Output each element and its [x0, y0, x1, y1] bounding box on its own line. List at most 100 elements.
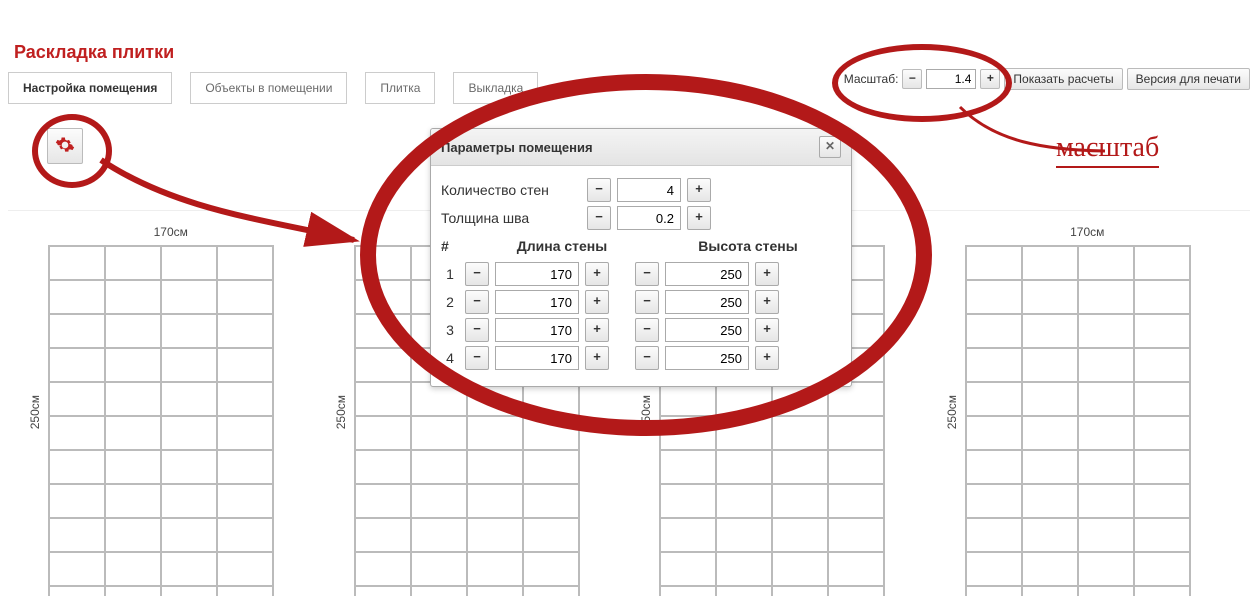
tile-cell[interactable]	[161, 348, 217, 382]
tile-cell[interactable]	[1022, 382, 1078, 416]
tile-cell[interactable]	[1078, 416, 1134, 450]
tile-cell[interactable]	[161, 552, 217, 586]
wall-grid[interactable]	[48, 245, 274, 596]
tile-cell[interactable]	[523, 416, 579, 450]
tile-cell[interactable]	[217, 518, 273, 552]
tab-tile[interactable]: Плитка	[365, 72, 435, 104]
tile-cell[interactable]	[1134, 416, 1190, 450]
tile-cell[interactable]	[105, 280, 161, 314]
tile-cell[interactable]	[660, 382, 716, 416]
tile-cell[interactable]	[523, 484, 579, 518]
tile-cell[interactable]	[716, 552, 772, 586]
tile-cell[interactable]	[355, 450, 411, 484]
tile-cell[interactable]	[49, 450, 105, 484]
tile-cell[interactable]	[828, 484, 884, 518]
walls-count-plus[interactable]: +	[687, 178, 711, 202]
tile-cell[interactable]	[660, 518, 716, 552]
tile-cell[interactable]	[105, 382, 161, 416]
tile-cell[interactable]	[966, 314, 1022, 348]
dialog-close-button[interactable]: ✕	[819, 136, 841, 158]
length-minus[interactable]: −	[465, 290, 489, 314]
tile-cell[interactable]	[411, 586, 467, 596]
tile-cell[interactable]	[161, 484, 217, 518]
tile-cell[interactable]	[1078, 382, 1134, 416]
tile-cell[interactable]	[355, 586, 411, 596]
length-minus[interactable]: −	[465, 262, 489, 286]
tile-cell[interactable]	[49, 382, 105, 416]
tile-cell[interactable]	[660, 484, 716, 518]
height-minus[interactable]: −	[635, 290, 659, 314]
tile-cell[interactable]	[828, 586, 884, 596]
tile-cell[interactable]	[966, 348, 1022, 382]
tile-cell[interactable]	[1022, 416, 1078, 450]
tile-cell[interactable]	[49, 518, 105, 552]
tile-cell[interactable]	[161, 450, 217, 484]
tile-cell[interactable]	[411, 450, 467, 484]
tile-cell[interactable]	[49, 280, 105, 314]
tile-cell[interactable]	[1134, 280, 1190, 314]
tile-cell[interactable]	[828, 518, 884, 552]
tile-cell[interactable]	[49, 484, 105, 518]
height-plus[interactable]: +	[755, 262, 779, 286]
tile-cell[interactable]	[355, 484, 411, 518]
tile-cell[interactable]	[772, 382, 828, 416]
tile-cell[interactable]	[217, 314, 273, 348]
height-plus[interactable]: +	[755, 290, 779, 314]
show-calc-button[interactable]: Показать расчеты	[1004, 68, 1122, 90]
tile-cell[interactable]	[411, 382, 467, 416]
tile-cell[interactable]	[1078, 518, 1134, 552]
length-minus[interactable]: −	[465, 346, 489, 370]
tile-cell[interactable]	[105, 518, 161, 552]
tile-cell[interactable]	[1022, 280, 1078, 314]
tile-cell[interactable]	[217, 280, 273, 314]
tile-cell[interactable]	[966, 416, 1022, 450]
scale-input[interactable]	[926, 69, 976, 89]
tile-cell[interactable]	[966, 246, 1022, 280]
tile-cell[interactable]	[411, 484, 467, 518]
tile-cell[interactable]	[217, 348, 273, 382]
seam-minus[interactable]: −	[587, 206, 611, 230]
length-input[interactable]	[495, 262, 579, 286]
tile-cell[interactable]	[467, 586, 523, 596]
tile-cell[interactable]	[966, 586, 1022, 596]
tile-cell[interactable]	[828, 450, 884, 484]
tile-cell[interactable]	[828, 382, 884, 416]
length-input[interactable]	[495, 290, 579, 314]
settings-button[interactable]	[47, 128, 83, 164]
tile-cell[interactable]	[523, 450, 579, 484]
tile-cell[interactable]	[1078, 586, 1134, 596]
tile-cell[interactable]	[966, 382, 1022, 416]
tile-cell[interactable]	[660, 450, 716, 484]
tile-cell[interactable]	[716, 382, 772, 416]
tile-cell[interactable]	[523, 382, 579, 416]
tab-layout[interactable]: Выкладка	[453, 72, 538, 104]
tile-cell[interactable]	[660, 416, 716, 450]
tile-cell[interactable]	[523, 518, 579, 552]
walls-count-input[interactable]	[617, 178, 681, 202]
length-plus[interactable]: +	[585, 346, 609, 370]
tile-cell[interactable]	[1022, 246, 1078, 280]
tile-cell[interactable]	[161, 416, 217, 450]
walls-count-minus[interactable]: −	[587, 178, 611, 202]
tile-cell[interactable]	[1078, 246, 1134, 280]
tile-cell[interactable]	[1134, 586, 1190, 596]
tile-cell[interactable]	[217, 382, 273, 416]
seam-input[interactable]	[617, 206, 681, 230]
tile-cell[interactable]	[49, 314, 105, 348]
tile-cell[interactable]	[1078, 484, 1134, 518]
tile-cell[interactable]	[660, 586, 716, 596]
tile-cell[interactable]	[355, 382, 411, 416]
tile-cell[interactable]	[828, 552, 884, 586]
tile-cell[interactable]	[217, 416, 273, 450]
tile-cell[interactable]	[966, 450, 1022, 484]
length-input[interactable]	[495, 346, 579, 370]
tile-cell[interactable]	[1078, 552, 1134, 586]
tile-cell[interactable]	[772, 552, 828, 586]
tile-cell[interactable]	[966, 518, 1022, 552]
tile-cell[interactable]	[523, 586, 579, 596]
tile-cell[interactable]	[1022, 348, 1078, 382]
tile-cell[interactable]	[217, 552, 273, 586]
tile-cell[interactable]	[1134, 348, 1190, 382]
tile-cell[interactable]	[467, 552, 523, 586]
scale-plus-button[interactable]: +	[980, 69, 1000, 89]
